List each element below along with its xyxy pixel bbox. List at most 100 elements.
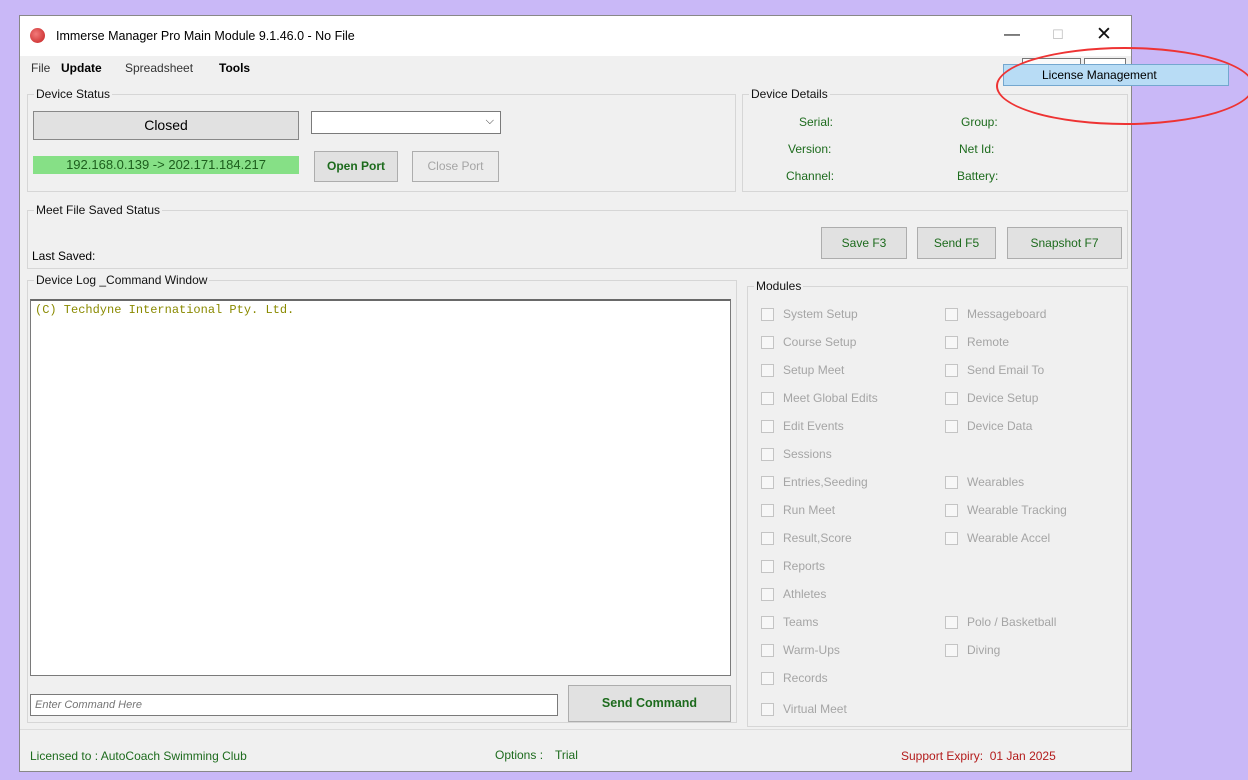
device-log-legend: Device Log _Command Window bbox=[34, 273, 210, 287]
module-label: Course Setup bbox=[783, 335, 857, 349]
module-warm-ups[interactable]: Warm-Ups bbox=[761, 642, 840, 658]
checkbox-icon bbox=[761, 559, 774, 573]
module-label: Virtual Meet bbox=[783, 702, 847, 716]
checkbox-icon bbox=[945, 475, 958, 489]
log-line: (C) Techdyne International Pty. Ltd. bbox=[35, 303, 295, 317]
device-status-group: Device Status Closed ⌵ 192.168.0.139 -> … bbox=[27, 87, 736, 192]
module-label: Reports bbox=[783, 559, 826, 573]
module-label: Wearables bbox=[967, 475, 1025, 489]
module-label: Athletes bbox=[783, 587, 827, 601]
module-polo-basketball[interactable]: Polo / Basketball bbox=[945, 614, 1056, 630]
module-label: Setup Meet bbox=[783, 363, 845, 377]
module-course-setup[interactable]: Course Setup bbox=[761, 334, 856, 350]
module-wearables[interactable]: Wearables bbox=[945, 474, 1024, 490]
checkbox-icon bbox=[761, 419, 774, 433]
module-label: Device Setup bbox=[967, 391, 1039, 405]
device-state-button[interactable]: Closed bbox=[33, 111, 299, 140]
meet-file-group: Meet File Saved Status Last Saved: Save … bbox=[27, 203, 1128, 269]
module-label: Remote bbox=[967, 335, 1010, 349]
module-setup-meet[interactable]: Setup Meet bbox=[761, 362, 844, 378]
module-wearable-accel[interactable]: Wearable Accel bbox=[945, 530, 1050, 546]
snapshot-button[interactable]: Snapshot F7 bbox=[1007, 227, 1122, 259]
checkbox-icon bbox=[761, 335, 774, 349]
module-label: Teams bbox=[783, 615, 819, 629]
menu-spreadsheet[interactable]: Spreadsheet bbox=[125, 61, 193, 75]
checkbox-icon bbox=[761, 447, 774, 461]
module-wearable-tracking[interactable]: Wearable Tracking bbox=[945, 502, 1067, 518]
module-label: Wearable Accel bbox=[967, 531, 1051, 545]
module-label: Sessions bbox=[783, 447, 832, 461]
close-icon[interactable]: ✕ bbox=[1084, 22, 1124, 48]
send-command-button[interactable]: Send Command bbox=[568, 685, 731, 722]
module-label: Polo / Basketball bbox=[967, 615, 1057, 629]
menu-file[interactable]: File bbox=[31, 61, 50, 75]
checkbox-icon bbox=[945, 643, 958, 657]
device-details-group: Device Details Serial: Version: Channel:… bbox=[742, 87, 1128, 192]
app-logo-icon bbox=[30, 28, 45, 43]
window-title: Immerse Manager Pro Main Module 9.1.46.0… bbox=[56, 29, 355, 43]
module-send-email-to[interactable]: Send Email To bbox=[945, 362, 1044, 378]
module-sessions[interactable]: Sessions bbox=[761, 446, 832, 462]
options-label: Options : bbox=[495, 748, 544, 762]
support-expiry-text: Support Expiry: 01 Jan 2025 bbox=[901, 749, 1056, 763]
module-run-meet[interactable]: Run Meet bbox=[761, 502, 835, 518]
module-result-score[interactable]: Result,Score bbox=[761, 530, 852, 546]
save-button[interactable]: Save F3 bbox=[821, 227, 907, 259]
menu-bar: File Update Spreadsheet Tools License He… bbox=[20, 56, 1131, 78]
checkbox-icon bbox=[761, 702, 774, 716]
maximize-icon[interactable]: ☐ bbox=[1038, 22, 1078, 48]
checkbox-icon bbox=[945, 531, 958, 545]
battery-label: Battery: bbox=[957, 169, 999, 183]
module-label: Device Data bbox=[967, 419, 1033, 433]
module-label: Diving bbox=[967, 643, 1001, 657]
module-athletes[interactable]: Athletes bbox=[761, 586, 826, 602]
version-label: Version: bbox=[788, 142, 832, 156]
module-label: Result,Score bbox=[783, 531, 852, 545]
checkbox-icon bbox=[761, 503, 774, 517]
module-virtual-meet[interactable]: Virtual Meet bbox=[761, 701, 847, 717]
checkbox-icon bbox=[945, 307, 958, 321]
module-label: Edit Events bbox=[783, 419, 844, 433]
device-status-legend: Device Status bbox=[34, 87, 113, 101]
module-messageboard[interactable]: Messageboard bbox=[945, 306, 1046, 322]
license-dropdown: License Management bbox=[1003, 64, 1229, 86]
net-id-label: Net Id: bbox=[959, 142, 995, 156]
module-label: Entries,Seeding bbox=[783, 475, 868, 489]
log-output[interactable]: (C) Techdyne International Pty. Ltd. bbox=[30, 299, 731, 676]
close-port-button[interactable]: Close Port bbox=[412, 151, 499, 182]
open-port-button[interactable]: Open Port bbox=[314, 151, 398, 182]
checkbox-icon bbox=[945, 391, 958, 405]
module-label: Run Meet bbox=[783, 503, 836, 517]
menu-tools[interactable]: Tools bbox=[219, 61, 250, 75]
module-system-setup[interactable]: System Setup bbox=[761, 306, 858, 322]
module-reports[interactable]: Reports bbox=[761, 558, 825, 574]
checkbox-icon bbox=[761, 671, 774, 685]
chevron-down-icon: ⌵ bbox=[485, 115, 494, 127]
module-device-setup[interactable]: Device Setup bbox=[945, 390, 1038, 406]
minimize-icon[interactable]: — bbox=[992, 22, 1032, 48]
module-remote[interactable]: Remote bbox=[945, 334, 1009, 350]
module-entries-seeding[interactable]: Entries,Seeding bbox=[761, 474, 868, 490]
checkbox-icon bbox=[945, 363, 958, 377]
module-device-data[interactable]: Device Data bbox=[945, 418, 1032, 434]
module-teams[interactable]: Teams bbox=[761, 614, 818, 630]
port-select[interactable]: ⌵ bbox=[311, 111, 501, 134]
module-records[interactable]: Records bbox=[761, 670, 828, 686]
title-bar: Immerse Manager Pro Main Module 9.1.46.0… bbox=[20, 16, 1131, 56]
checkbox-icon bbox=[761, 391, 774, 405]
checkbox-icon bbox=[945, 615, 958, 629]
module-edit-events[interactable]: Edit Events bbox=[761, 418, 844, 434]
menu-update[interactable]: Update bbox=[61, 61, 102, 75]
checkbox-icon bbox=[945, 503, 958, 517]
module-meet-global-edits[interactable]: Meet Global Edits bbox=[761, 390, 878, 406]
channel-label: Channel: bbox=[786, 169, 835, 183]
license-management-item[interactable]: License Management bbox=[1042, 68, 1157, 82]
module-label: Meet Global Edits bbox=[783, 391, 878, 405]
command-input[interactable] bbox=[30, 694, 558, 716]
licensed-to-text: Licensed to : AutoCoach Swimming Club bbox=[30, 749, 247, 763]
checkbox-icon bbox=[761, 363, 774, 377]
modules-group: Modules System Setup Course Setup Setup … bbox=[747, 279, 1128, 727]
send-button[interactable]: Send F5 bbox=[917, 227, 996, 259]
last-saved-label: Last Saved: bbox=[32, 249, 96, 263]
module-diving[interactable]: Diving bbox=[945, 642, 1000, 658]
